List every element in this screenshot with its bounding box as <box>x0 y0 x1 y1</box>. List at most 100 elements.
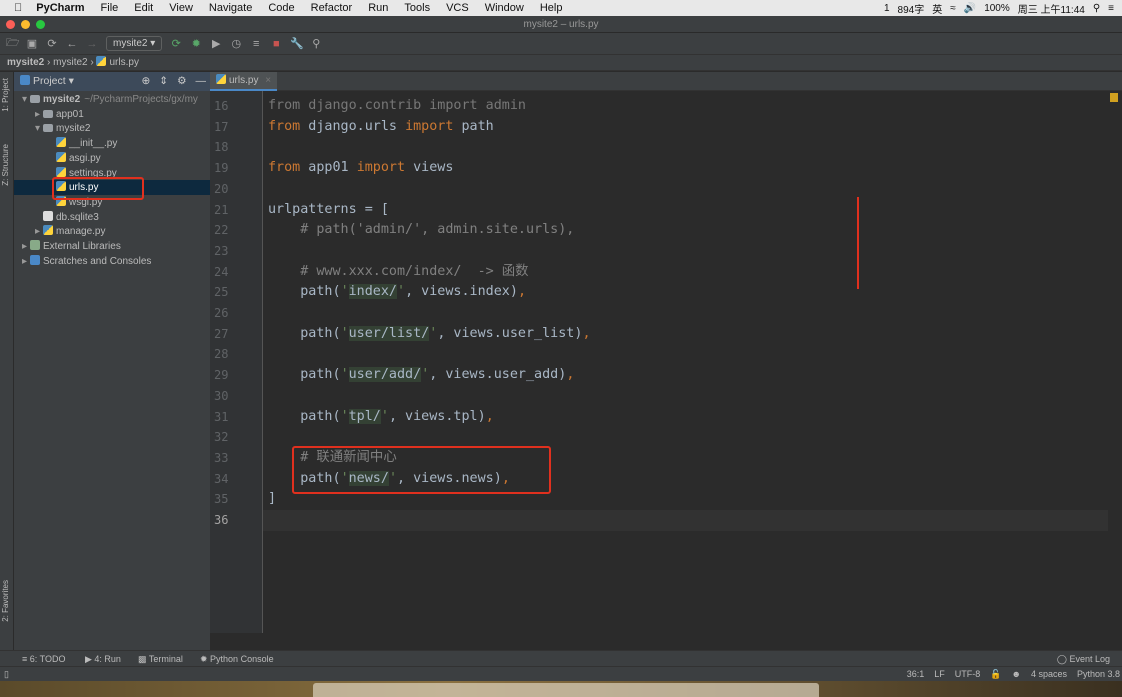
indent-setting[interactable]: 4 spaces <box>1031 667 1067 682</box>
volume-icon[interactable]: 🔊 <box>964 3 976 14</box>
project-tool-button[interactable]: 1: Project <box>1 78 10 112</box>
editor-scrollbar[interactable] <box>1108 91 1122 633</box>
inspector-icon[interactable]: ☻ <box>1011 667 1020 682</box>
close-window-button[interactable] <box>6 20 15 29</box>
terminal-tool-button[interactable]: ▩ Terminal <box>138 651 183 667</box>
tree-item[interactable]: ▾ mysite2 ~/PycharmProjects/gx/my <box>14 92 210 107</box>
input-method[interactable]: 英 <box>932 1 942 16</box>
code-line[interactable]: ] <box>268 489 276 510</box>
close-tab-icon[interactable]: × <box>265 75 271 86</box>
locate-icon[interactable]: ⊕ <box>141 72 150 91</box>
tree-item[interactable]: ▸ app01 <box>14 107 210 122</box>
code-line[interactable]: from django.contrib import admin <box>268 96 526 117</box>
menu-code[interactable]: Code <box>268 2 294 14</box>
tab-urls-py[interactable]: urls.py × <box>210 72 278 91</box>
menu-tools[interactable]: Tools <box>404 2 430 14</box>
menu-refactor[interactable]: Refactor <box>311 2 353 14</box>
menu-window[interactable]: Window <box>485 2 524 14</box>
tree-item[interactable]: ▾ mysite2 <box>14 121 210 136</box>
list-icon[interactable]: ≡ <box>1108 3 1114 14</box>
code-line[interactable]: from app01 import views <box>268 158 453 179</box>
todo-tool-button[interactable]: ≡ 6: TODO <box>22 651 65 667</box>
apple-icon[interactable]:  <box>14 2 22 14</box>
python-file-icon <box>96 56 107 66</box>
code-line[interactable]: urlpatterns = [ <box>268 200 389 221</box>
line-separator[interactable]: LF <box>934 667 945 682</box>
collapse-arrow-icon[interactable]: ▸ <box>14 239 30 254</box>
line-number: 20 <box>214 181 229 196</box>
expand-arrow-icon[interactable]: ▾ <box>14 92 30 107</box>
minimize-window-button[interactable] <box>21 20 30 29</box>
interpreter[interactable]: Python 3.8 <box>1077 667 1120 682</box>
tree-item[interactable]: db.sqlite3 <box>14 210 210 225</box>
code-line[interactable]: path('user/list/', views.user_list), <box>268 324 591 345</box>
code-line[interactable]: # path('admin/', admin.site.urls), <box>268 220 574 241</box>
line-number: 35 <box>214 492 229 507</box>
project-view-select[interactable]: Project ▾ <box>20 75 74 87</box>
run-config-select[interactable]: mysite2 ▾ <box>106 36 163 51</box>
event-log-button[interactable]: ◯ Event Log <box>1057 651 1110 667</box>
search-everywhere-icon[interactable]: ⚲ <box>310 37 322 50</box>
code-line[interactable]: path('user/add/', views.user_add), <box>268 365 574 386</box>
python-console-tool-button[interactable]: ✹ Python Console <box>200 651 274 667</box>
collapse-arrow-icon[interactable]: ▸ <box>14 254 30 269</box>
menu-view[interactable]: View <box>169 2 193 14</box>
run-icon[interactable]: ⟳ <box>170 37 182 50</box>
debug-icon[interactable]: ✹ <box>190 37 202 50</box>
code-line[interactable]: # www.xxx.com/index/ -> 函数 <box>268 262 528 283</box>
code-editor[interactable]: from django.contrib import admin from dja… <box>263 91 1108 633</box>
back-icon[interactable]: ← <box>66 38 78 50</box>
file-encoding[interactable]: UTF-8 <box>955 667 981 682</box>
line-number: 17 <box>214 119 229 134</box>
favorites-tool-button[interactable]: 2: Favorites <box>1 580 10 622</box>
tree-item[interactable]: ▸ External Libraries <box>14 239 210 254</box>
concurrency-icon[interactable]: ≡ <box>250 38 262 50</box>
settings-wrench-icon[interactable]: 🔧 <box>290 37 304 50</box>
breadcrumb-file[interactable]: urls.py <box>109 57 138 68</box>
breadcrumb-folder[interactable]: mysite2 <box>53 57 87 68</box>
toggle-tool-windows-icon[interactable]: ▯ <box>4 667 9 682</box>
menu-help[interactable]: Help <box>540 2 563 14</box>
menu-navigate[interactable]: Navigate <box>209 2 252 14</box>
lock-icon[interactable]: 🔓 <box>990 667 1001 682</box>
open-folder-icon[interactable]: 🗁 <box>6 34 20 53</box>
collapse-arrow-icon[interactable]: ▸ <box>14 107 43 122</box>
tree-item[interactable]: ▸ manage.py <box>14 224 210 239</box>
run-tool-button[interactable]: ▶ 4: Run <box>85 651 121 667</box>
macos-dock[interactable] <box>313 683 819 697</box>
tree-item[interactable]: asgi.py <box>14 151 210 166</box>
line-number: 26 <box>214 306 229 320</box>
inspection-status-icon[interactable] <box>1110 93 1118 102</box>
zoom-window-button[interactable] <box>36 20 45 29</box>
coverage-icon[interactable]: ▶ <box>210 37 222 50</box>
wifi-icon[interactable]: ≈ <box>950 3 956 14</box>
menu-edit[interactable]: Edit <box>134 2 153 14</box>
code-line[interactable]: path('tpl/', views.tpl), <box>268 407 494 428</box>
collapse-icon[interactable]: ⇕ <box>159 72 168 91</box>
breadcrumb-project[interactable]: mysite2 <box>7 57 44 68</box>
code-line[interactable]: from django.urls import path <box>268 117 494 138</box>
collapse-arrow-icon[interactable]: ▸ <box>14 224 43 239</box>
search-icon[interactable]: ⚲ <box>1093 3 1100 14</box>
status-badge[interactable]: 1 <box>884 3 890 14</box>
clock[interactable]: 周三 上午11:44 <box>1018 1 1085 16</box>
sync-icon[interactable]: ⟳ <box>46 37 58 50</box>
menu-run[interactable]: Run <box>368 2 388 14</box>
structure-tool-button[interactable]: Z: Structure <box>1 144 10 186</box>
hide-icon[interactable]: — <box>196 72 207 91</box>
save-icon[interactable]: ▣ <box>26 37 38 50</box>
stop-icon[interactable]: ■ <box>270 38 282 50</box>
tree-item-label: __init__.py <box>69 138 118 150</box>
menu-file[interactable]: File <box>101 2 119 14</box>
profile-icon[interactable]: ◷ <box>230 37 242 50</box>
expand-arrow-icon[interactable]: ▾ <box>14 121 43 136</box>
gear-icon[interactable]: ⚙ <box>177 72 186 91</box>
tree-item[interactable]: ▸ Scratches and Consoles <box>14 254 210 269</box>
menu-app[interactable]: PyCharm <box>36 2 84 14</box>
code-line[interactable]: path('index/', views.index), <box>268 282 526 303</box>
forward-icon[interactable]: → <box>86 38 98 50</box>
caret-position[interactable]: 36:1 <box>907 667 925 682</box>
menu-vcs[interactable]: VCS <box>446 2 469 14</box>
tree-item[interactable]: __init__.py <box>14 136 210 151</box>
tree-item-label: External Libraries <box>43 241 121 252</box>
